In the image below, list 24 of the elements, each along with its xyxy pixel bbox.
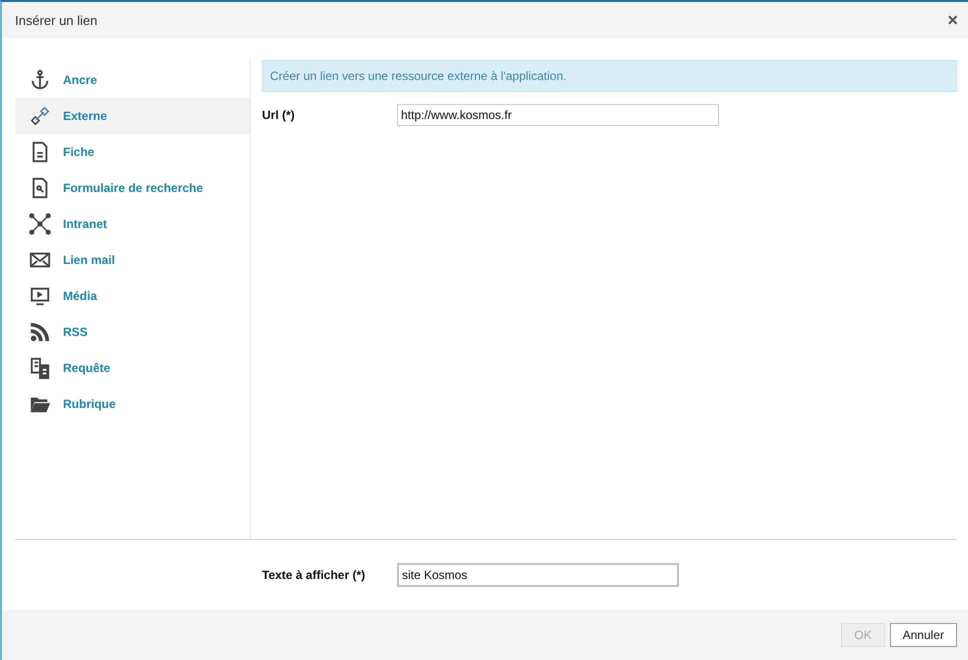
sidebar-item[interactable]: Média xyxy=(15,278,250,314)
documents-icon xyxy=(29,357,51,379)
sidebar-item[interactable]: Intranet xyxy=(15,206,250,242)
anchor-icon xyxy=(29,69,51,91)
sidebar-item[interactable]: Fiche xyxy=(15,134,250,170)
sidebar-item[interactable]: Lien mail xyxy=(15,242,250,278)
field-label: Url (*) xyxy=(262,108,296,122)
window-title: Insérer un lien xyxy=(15,12,98,28)
url-field[interactable]: http://www.kosmos.fr xyxy=(397,104,719,126)
monitor-icon xyxy=(29,285,51,307)
sidebar-item[interactable]: Externe xyxy=(15,98,250,134)
link-icon xyxy=(29,105,51,127)
sidebar-item[interactable]: RSS xyxy=(15,314,250,350)
info-message: Créer un lien vers une ressource externe à l'application. xyxy=(262,60,957,92)
network-icon xyxy=(29,213,51,235)
field-label: Texte à afficher (*) xyxy=(262,568,366,582)
sidebar-item[interactable]: Rubrique xyxy=(15,386,250,422)
sidebar-item[interactable]: Formulaire de recherche xyxy=(15,170,250,206)
text-field[interactable]: site Kosmos xyxy=(397,563,679,587)
rss-icon xyxy=(29,321,51,343)
close-button[interactable]: × xyxy=(945,11,960,29)
sidebar-item[interactable]: Ancre xyxy=(15,62,250,98)
sidebar-item[interactable]: Requête xyxy=(15,350,250,386)
cancel-button[interactable]: Annuler xyxy=(890,623,957,647)
